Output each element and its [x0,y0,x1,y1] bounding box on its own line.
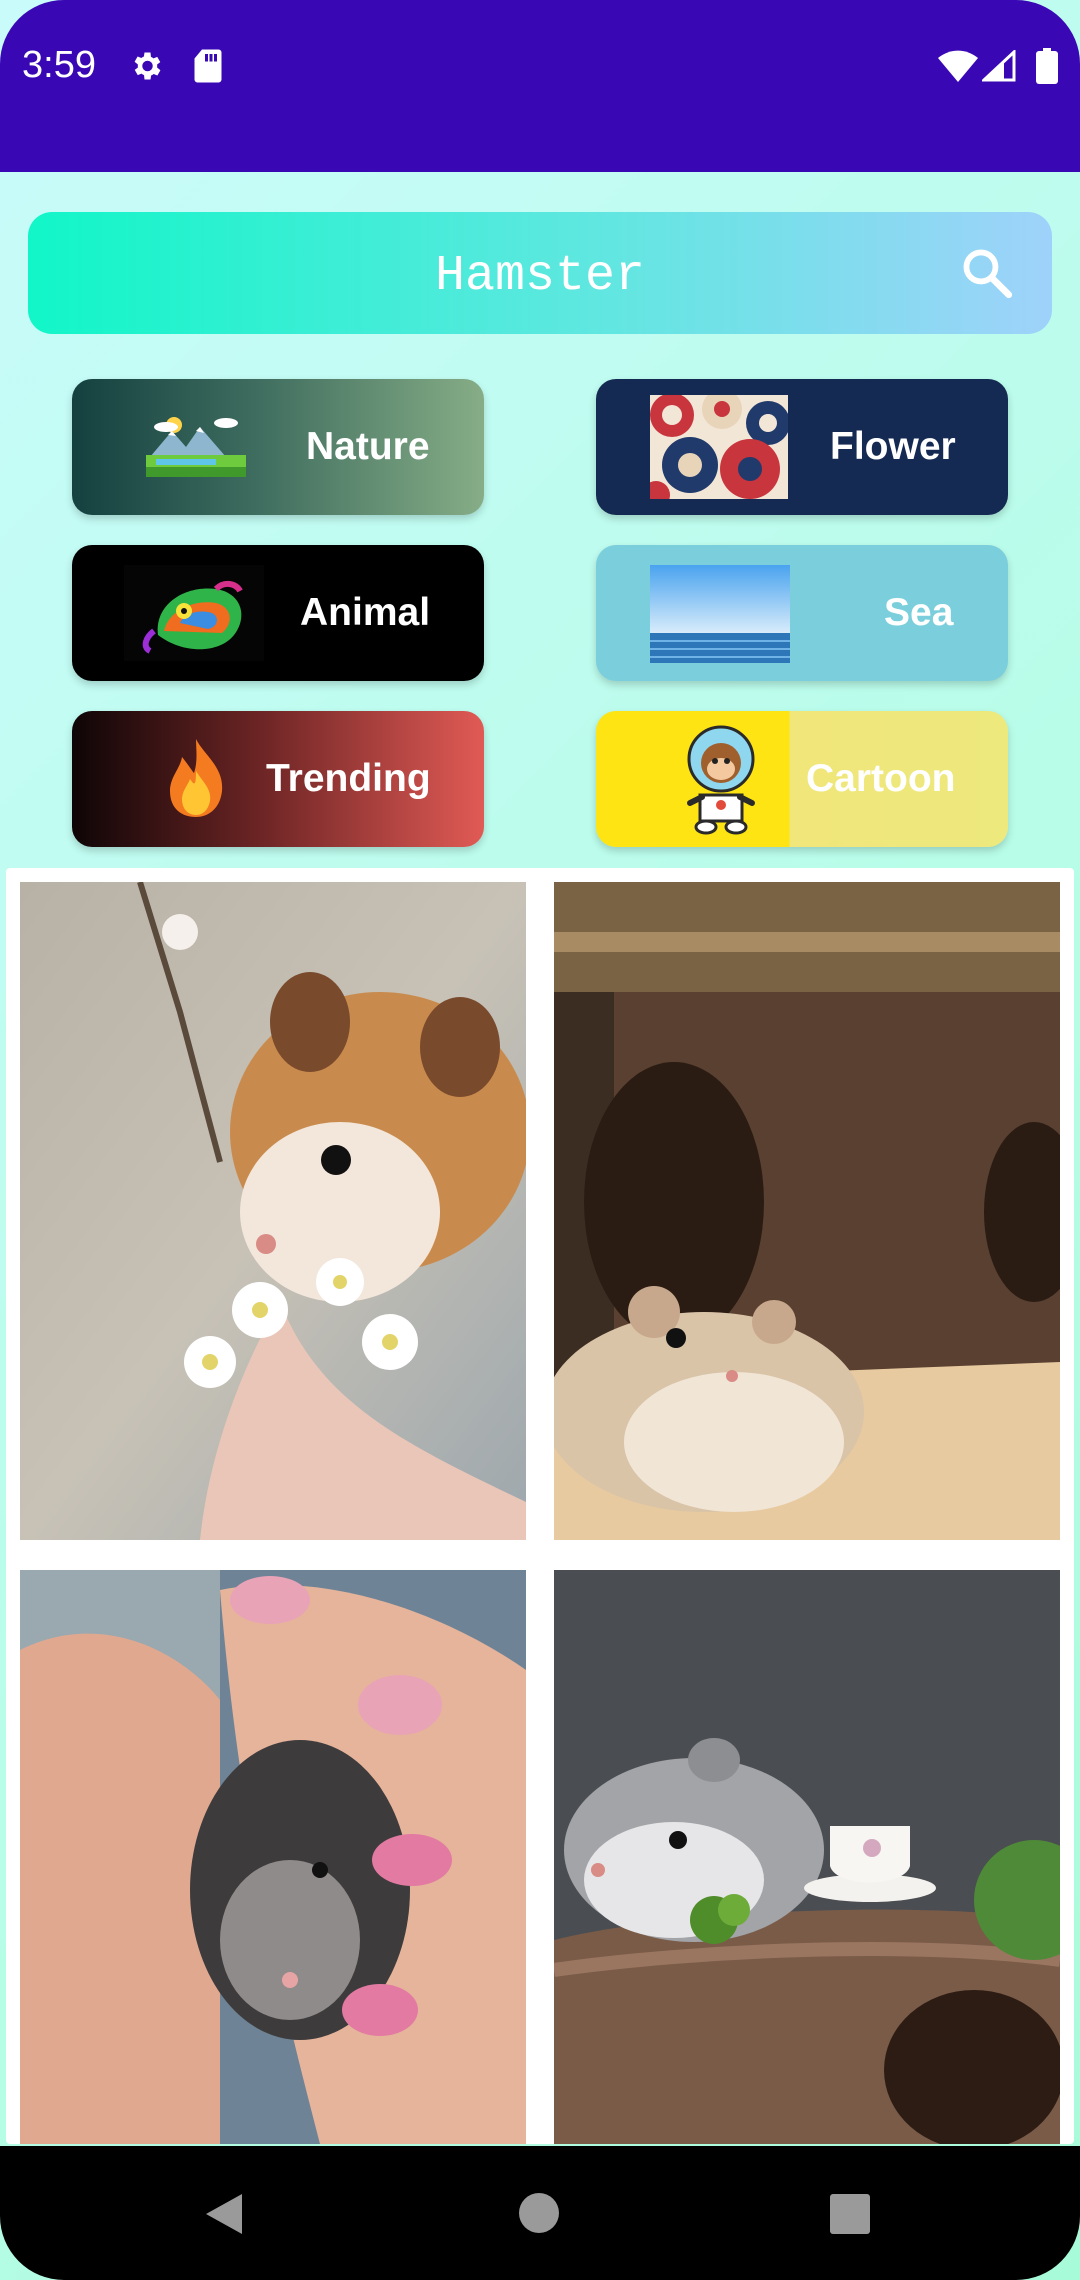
result-image-1[interactable] [20,882,526,1540]
home-icon[interactable] [518,2192,560,2239]
sea-thumbnail [650,565,790,673]
result-image-2[interactable] [554,882,1060,1540]
wifi-icon [938,50,978,87]
category-trending-label: Trending [266,757,431,800]
nature-thumbnail [146,413,246,487]
category-nature-label: Nature [306,425,430,468]
gear-icon [128,48,164,89]
category-trending-button[interactable]: Trending [72,711,484,847]
category-cartoon-label: Cartoon [806,757,956,800]
category-nature-button[interactable]: Nature [72,379,484,515]
astronaut-monkey-thumbnail [676,723,766,845]
back-icon[interactable] [204,2192,244,2241]
category-animal-label: Animal [300,591,431,634]
category-animal-button[interactable]: Animal [72,545,484,681]
signal-icon [980,48,1016,87]
chameleon-thumbnail [124,565,264,671]
status-bar: 3:59 [0,0,1080,172]
flower-thumbnail [642,389,790,509]
recents-icon[interactable] [830,2194,870,2239]
results-grid [6,868,1074,2144]
category-cartoon-button[interactable]: Cartoon [596,711,1008,847]
category-sea-button[interactable]: Sea [596,545,1008,681]
search-bar[interactable]: Hamster [28,212,1052,334]
result-image-4[interactable] [554,1570,1060,2144]
navigation-bar [0,2146,1080,2280]
sd-card-icon [192,48,224,89]
battery-icon [1036,48,1058,89]
category-flower-label: Flower [830,425,956,468]
fire-icon [164,737,228,829]
category-flower-button[interactable]: Flower [596,379,1008,515]
search-input[interactable]: Hamster [28,248,1052,305]
category-sea-label: Sea [884,591,954,634]
result-image-3[interactable] [20,1570,526,2144]
status-time: 3:59 [22,44,96,86]
search-icon[interactable] [958,244,1016,307]
